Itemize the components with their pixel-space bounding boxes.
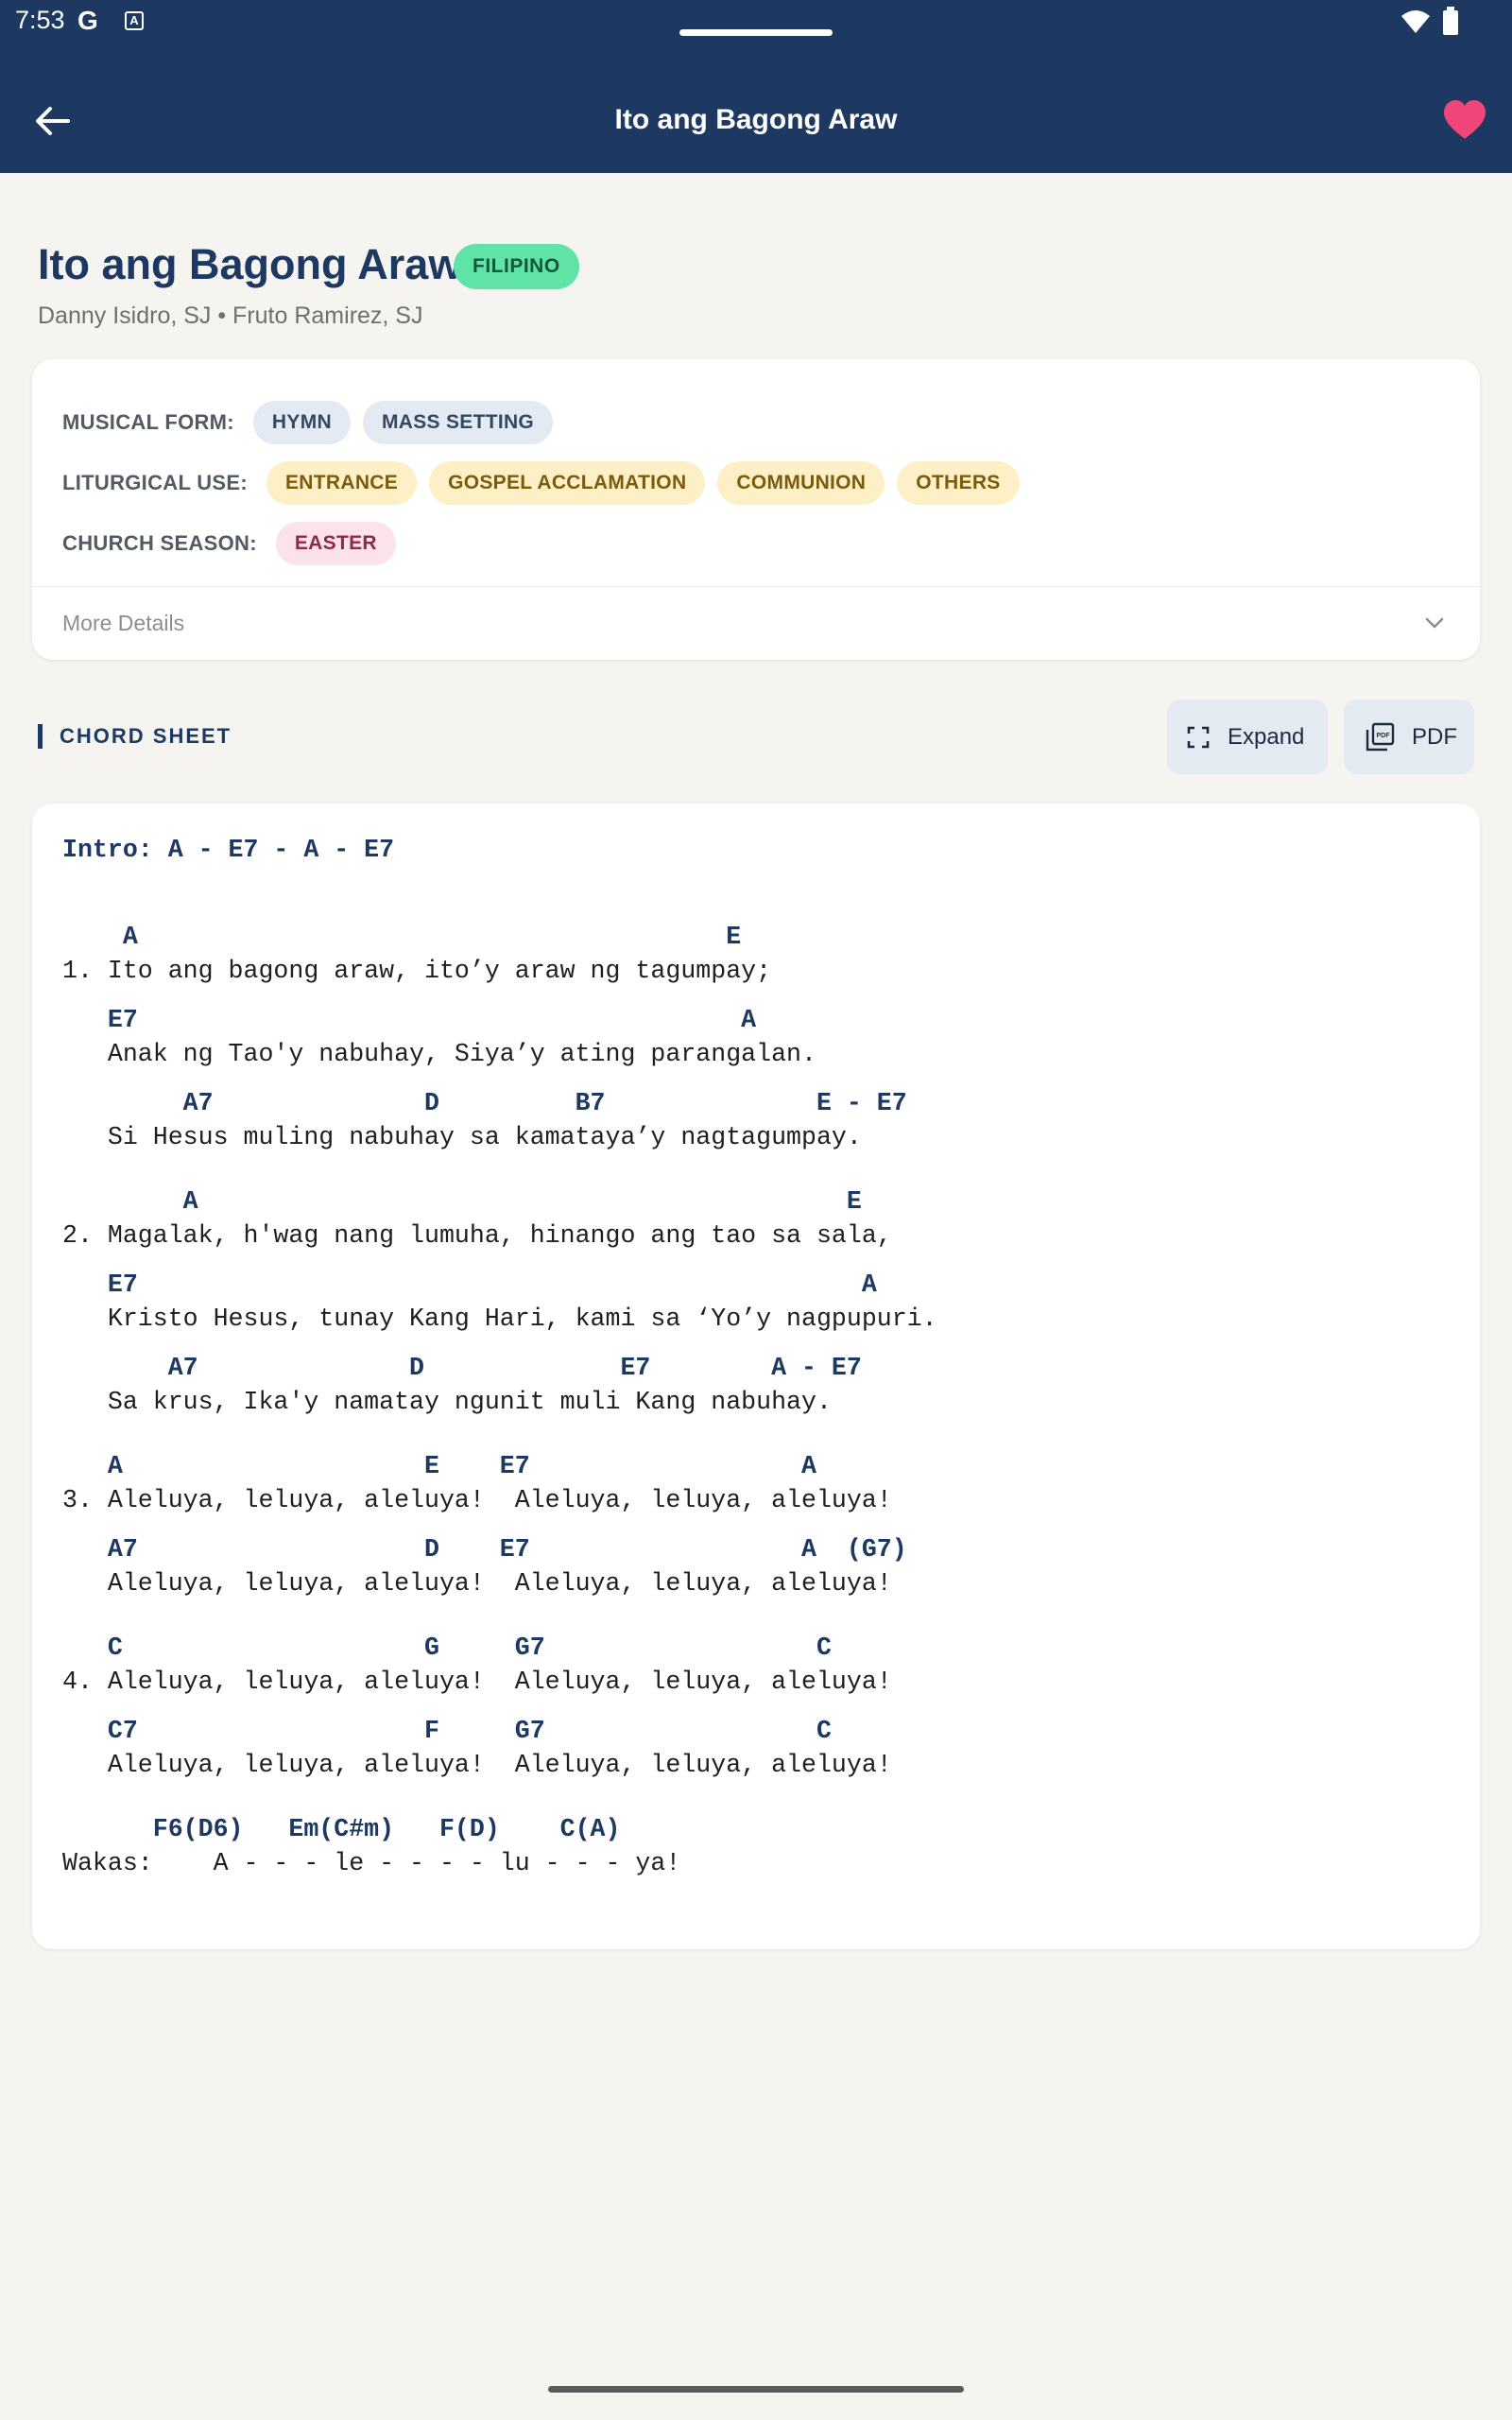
expand-label: Expand (1228, 723, 1305, 750)
more-details-toggle[interactable]: More Details (62, 611, 184, 636)
lyric-line: Kristo Hesus, tunay Kang Hari, kami sa ‘… (62, 1305, 937, 1333)
chord-line: A7 D E7 A - E7 (62, 1354, 862, 1382)
google-icon: G (77, 6, 98, 35)
lyric-line: 2. Magalak, h'wag nang lumuha, hinango a… (62, 1221, 892, 1250)
home-indicator[interactable] (548, 2386, 964, 2393)
svg-text:PDF: PDF (1377, 733, 1391, 739)
app-bar-title: Ito ang Bagong Araw (614, 104, 898, 135)
section-accent-bar (38, 724, 43, 749)
status-handle (679, 29, 833, 36)
language-badge: FILIPINO (454, 244, 579, 289)
chord-sheet-heading: CHORD SHEET (60, 724, 232, 748)
song-title: Ito ang Bagong Araw (38, 240, 462, 288)
liturgical-use-chip[interactable]: COMMUNION (717, 461, 885, 505)
chord-line: A7 D E7 A (G7) (62, 1535, 907, 1564)
chord-line-intro: Intro: A - E7 - A - E7 (62, 836, 395, 864)
lyric-line: Aleluya, leluya, aleluya! Aleluya, leluy… (62, 1569, 892, 1598)
divider (32, 586, 1480, 587)
chord-line: E7 A (62, 1006, 757, 1034)
fullscreen-icon (1187, 726, 1210, 748)
expand-details-button[interactable] (1416, 607, 1453, 639)
song-details-card: MUSICAL FORM: HYMN MASS SETTING LITURGIC… (32, 359, 1480, 660)
musical-form-label: MUSICAL FORM: (62, 410, 234, 434)
lyric-line: Wakas: A - - - le - - - - lu - - - ya! (62, 1849, 681, 1877)
chord-line: F6(D6) Em(C#m) F(D) C(A) (62, 1815, 621, 1843)
liturgical-use-chip[interactable]: GOSPEL ACCLAMATION (429, 461, 706, 505)
lyric-line: Sa krus, Ika'y namatay ngunit muli Kang … (62, 1388, 832, 1416)
musical-form-chip[interactable]: HYMN (252, 401, 351, 444)
church-season-label: CHURCH SEASON: (62, 531, 257, 555)
chord-line: A E (62, 923, 742, 951)
liturgical-use-chip[interactable]: OTHERS (897, 461, 1020, 505)
lyric-line: 3. Aleluya, leluya, aleluya! Aleluya, le… (62, 1486, 892, 1514)
musical-form-chip[interactable]: MASS SETTING (362, 401, 554, 444)
lyric-line: Anak ng Tao'y nabuhay, Siya’y ating para… (62, 1040, 816, 1068)
chord-line: C7 F G7 C (62, 1717, 832, 1745)
status-time: 7:53 (15, 6, 65, 34)
battery-icon (1443, 7, 1458, 35)
favorite-button[interactable] (1442, 98, 1487, 144)
church-season-row: CHURCH SEASON: EASTER (62, 522, 408, 565)
church-season-chip[interactable]: EASTER (275, 522, 396, 565)
pdf-icon: PDF (1366, 722, 1395, 751)
lyric-line: 1. Ito ang bagong araw, ito’y araw ng ta… (62, 957, 772, 985)
heart-icon (1444, 100, 1486, 139)
chord-line: E7 A (62, 1270, 877, 1299)
chord-line: A E E7 A (62, 1452, 816, 1480)
pdf-button[interactable]: PDF PDF (1344, 700, 1474, 774)
liturgical-use-label: LITURGICAL USE: (62, 471, 248, 494)
chord-line: A7 D B7 E - E7 (62, 1089, 907, 1117)
lyric-line: 4. Aleluya, leluya, aleluya! Aleluya, le… (62, 1668, 892, 1696)
musical-form-row: MUSICAL FORM: HYMN MASS SETTING (62, 401, 565, 444)
chord-sheet-card: Intro: A - E7 - A - E7 A E 1. Ito ang ba… (32, 804, 1480, 1949)
expand-button[interactable]: Expand (1167, 700, 1328, 774)
lyric-line: Aleluya, leluya, aleluya! Aleluya, leluy… (62, 1751, 892, 1779)
liturgical-use-chip[interactable]: ENTRANCE (266, 461, 418, 505)
chevron-down-icon (1425, 617, 1444, 629)
pdf-label: PDF (1412, 723, 1457, 750)
wifi-icon (1401, 10, 1430, 33)
chord-line: A E (62, 1187, 862, 1216)
song-composers: Danny Isidro, SJ • Fruto Ramirez, SJ (38, 302, 423, 329)
liturgical-use-row: LITURGICAL USE: ENTRANCE GOSPEL ACCLAMAT… (62, 461, 1032, 505)
chord-line: C G G7 C (62, 1634, 832, 1662)
top-app-bar: 7:53 G A Ito ang Bagong Araw (0, 0, 1512, 173)
lyric-line: Si Hesus muling nabuhay sa kamataya’y na… (62, 1123, 862, 1151)
notification-icon: A (125, 11, 144, 30)
